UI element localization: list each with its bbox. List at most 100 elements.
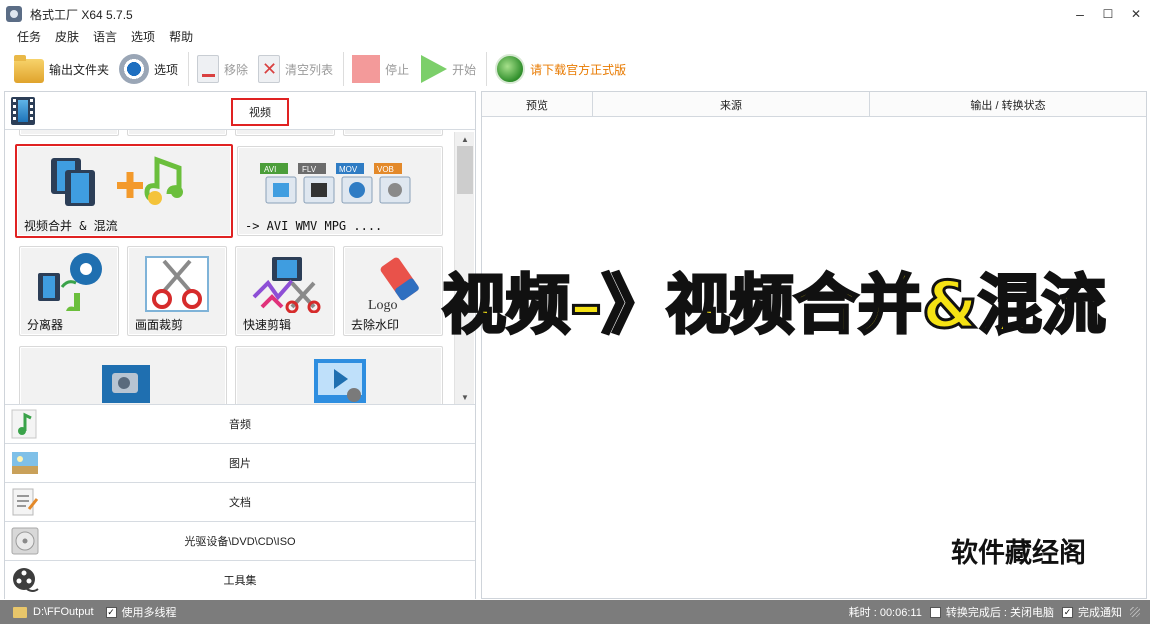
tile-camera-video[interactable] bbox=[19, 346, 227, 404]
tile-partial[interactable] bbox=[19, 130, 119, 136]
category-disc-label: 光驱设备\DVD\CD\ISO bbox=[184, 536, 296, 548]
clear-list-icon bbox=[258, 55, 281, 83]
tile-player-video[interactable] bbox=[235, 346, 443, 404]
clear-list-button[interactable]: 清空列表 bbox=[258, 50, 333, 88]
remove-button[interactable]: 移除 bbox=[197, 50, 248, 88]
badge-mov: MOV bbox=[339, 165, 358, 174]
scroll-thumb[interactable] bbox=[457, 146, 473, 194]
options-button[interactable]: 选项 bbox=[119, 50, 178, 88]
menu-skin[interactable]: 皮肤 bbox=[48, 28, 86, 46]
download-link-label: 请下载官方正式版 bbox=[530, 62, 627, 77]
category-document[interactable]: 文档 bbox=[5, 482, 475, 521]
start-label: 开始 bbox=[452, 62, 477, 77]
category-picture[interactable]: 图片 bbox=[5, 443, 475, 482]
badge-flv: FLV bbox=[302, 165, 317, 174]
tile-convert-avi-wmv-mpg[interactable]: AVI FLV MOV VOB -> AVI WMV MPG .... bbox=[237, 146, 443, 236]
video-category-label: 视频 bbox=[231, 98, 289, 126]
resize-grip-icon[interactable] bbox=[1130, 607, 1140, 617]
tile-quick-clip[interactable]: 快速剪辑 bbox=[235, 246, 335, 336]
video-tools-grid: 视频合并 & 混流 AVI FLV MOV VOB -> AVI WMV MPG… bbox=[5, 130, 453, 404]
menu-help[interactable]: 帮助 bbox=[162, 28, 200, 46]
close-button[interactable]: ✕ bbox=[1122, 0, 1150, 28]
tile-partial[interactable] bbox=[127, 130, 227, 136]
folder-icon bbox=[13, 606, 27, 618]
multithread-checkbox[interactable]: ✓ bbox=[105, 606, 117, 618]
notify-label: 完成通知 bbox=[1078, 607, 1122, 619]
function-panel: 视频 视频合并 & 混流 AVI FLV MOV VOB -> AVI WMV … bbox=[4, 91, 476, 599]
stop-icon bbox=[352, 55, 381, 83]
remove-label: 移除 bbox=[224, 62, 249, 77]
toolbar-separator bbox=[486, 52, 488, 86]
clear-list-label: 清空列表 bbox=[285, 62, 334, 77]
maximize-button[interactable]: ☐ bbox=[1094, 0, 1122, 28]
options-label: 选项 bbox=[154, 62, 179, 77]
column-preview[interactable]: 预览 bbox=[482, 92, 593, 117]
status-right: 耗时 : 00:06:11 转换完成后 : 关闭电脑 ✓ 完成通知 bbox=[849, 600, 1140, 624]
tile-label: -> AVI WMV MPG .... bbox=[245, 219, 383, 233]
film-reel-icon bbox=[13, 568, 39, 592]
tile-label: 画面裁剪 bbox=[135, 318, 184, 332]
player-video-icon bbox=[314, 359, 366, 403]
badge-avi: AVI bbox=[264, 165, 276, 174]
folder-icon bbox=[14, 55, 44, 83]
start-button[interactable]: 开始 bbox=[419, 50, 476, 88]
task-list-header: 预览 来源 输出 / 转换状态 bbox=[482, 92, 1146, 117]
merge-mix-icon bbox=[51, 156, 183, 206]
format-convert-icon: AVI FLV MOV VOB bbox=[260, 163, 411, 204]
overlay-headline: 视频–》视频合并&混流 bbox=[441, 268, 1108, 345]
title-bar: 格式工厂 X64 5.7.5 – ☐ ✕ bbox=[0, 0, 1150, 28]
output-folder-label: 输出文件夹 bbox=[49, 62, 110, 77]
watermark-text: 软件藏经阁 bbox=[951, 538, 1086, 569]
download-official-link[interactable]: 请下载官方正式版 bbox=[495, 50, 626, 88]
after-complete-label: 转换完成后 : 关闭电脑 bbox=[945, 607, 1054, 619]
scroll-down-arrow-icon[interactable]: ▼ bbox=[455, 390, 475, 404]
category-picture-label: 图片 bbox=[229, 458, 251, 470]
menu-language[interactable]: 语言 bbox=[86, 28, 124, 46]
disc-icon bbox=[11, 527, 39, 555]
tile-splitter[interactable]: 分离器 bbox=[19, 246, 119, 336]
tile-partial[interactable] bbox=[343, 130, 443, 136]
camera-video-icon bbox=[102, 365, 150, 403]
tile-crop[interactable]: 画面裁剪 bbox=[127, 246, 227, 336]
gear-icon bbox=[119, 54, 150, 84]
globe-icon bbox=[495, 54, 526, 84]
status-bar: D:\FFOutput ✓ 使用多线程 耗时 : 00:06:11 转换完成后 … bbox=[0, 600, 1150, 624]
scroll-up-arrow-icon[interactable]: ▲ bbox=[455, 132, 475, 146]
tile-video-merge-mix[interactable]: 视频合并 & 混流 bbox=[15, 144, 233, 238]
tile-partial[interactable] bbox=[235, 130, 335, 136]
remove-page-icon bbox=[197, 55, 220, 83]
toolbar-separator bbox=[343, 52, 345, 86]
play-icon bbox=[419, 55, 448, 83]
window-controls: – ☐ ✕ bbox=[1066, 0, 1150, 28]
column-output-status[interactable]: 输出 / 转换状态 bbox=[870, 92, 1146, 117]
splitter-icon bbox=[38, 253, 102, 311]
badge-vob: VOB bbox=[377, 165, 394, 174]
crop-icon bbox=[145, 256, 209, 312]
picture-icon bbox=[12, 452, 38, 474]
category-audio[interactable]: 音频 bbox=[5, 404, 475, 443]
column-source[interactable]: 来源 bbox=[593, 92, 870, 117]
music-note-icon bbox=[11, 409, 37, 439]
remove-watermark-icon: Logo bbox=[368, 257, 419, 313]
stop-button[interactable]: 停止 bbox=[352, 50, 409, 88]
tile-label: 视频合并 & 混流 bbox=[24, 219, 118, 233]
toolbar-separator bbox=[188, 52, 190, 86]
output-path[interactable]: D:\FFOutput bbox=[33, 606, 94, 618]
stop-label: 停止 bbox=[385, 62, 410, 77]
film-strip-icon bbox=[11, 97, 35, 125]
menu-options[interactable]: 选项 bbox=[124, 28, 162, 46]
category-disc-device[interactable]: 光驱设备\DVD\CD\ISO bbox=[5, 521, 475, 560]
after-complete-checkbox[interactable] bbox=[929, 606, 941, 618]
logo-art-text: Logo bbox=[368, 298, 398, 313]
minimize-button[interactable]: – bbox=[1066, 0, 1094, 28]
output-folder-button[interactable]: 输出文件夹 bbox=[14, 50, 109, 88]
app-logo-icon bbox=[6, 6, 22, 22]
category-video-header[interactable]: 视频 bbox=[5, 92, 475, 130]
menu-tasks[interactable]: 任务 bbox=[10, 28, 48, 46]
notify-checkbox[interactable]: ✓ bbox=[1062, 606, 1073, 618]
category-document-label: 文档 bbox=[229, 497, 251, 509]
category-toolbox[interactable]: 工具集 bbox=[5, 560, 475, 599]
tile-remove-watermark[interactable]: Logo 去除水印 bbox=[343, 246, 443, 336]
quick-clip-icon bbox=[252, 257, 321, 313]
document-icon bbox=[12, 488, 39, 516]
